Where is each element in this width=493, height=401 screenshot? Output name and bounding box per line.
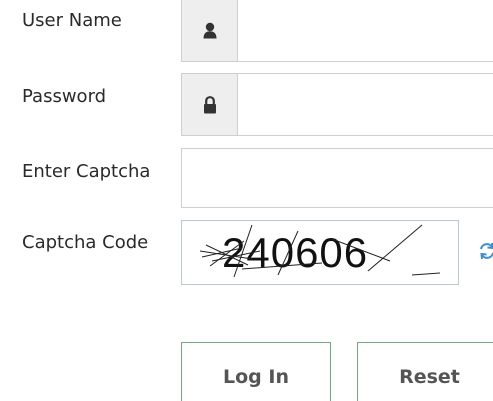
refresh-icon[interactable]: [476, 238, 493, 264]
username-input-group: [181, 0, 493, 62]
user-icon: [182, 0, 238, 61]
captcha-noise: [199, 224, 441, 278]
captcha-input-label: Enter Captcha: [22, 161, 151, 182]
password-input[interactable]: [238, 74, 493, 135]
captcha-code-label: Captcha Code: [22, 232, 149, 253]
password-input-group: [181, 73, 493, 136]
login-button[interactable]: Log In: [181, 342, 331, 401]
username-label: User Name: [22, 10, 122, 31]
login-form: User Name Password Enter Captcha Captcha…: [0, 0, 493, 401]
captcha-input-wrapper: [181, 148, 493, 208]
password-label: Password: [22, 86, 107, 107]
captcha-image: 240606: [181, 220, 459, 285]
reset-button[interactable]: Reset: [357, 342, 493, 401]
captcha-input[interactable]: [182, 149, 493, 207]
lock-icon: [182, 74, 238, 135]
username-input[interactable]: [238, 0, 493, 61]
